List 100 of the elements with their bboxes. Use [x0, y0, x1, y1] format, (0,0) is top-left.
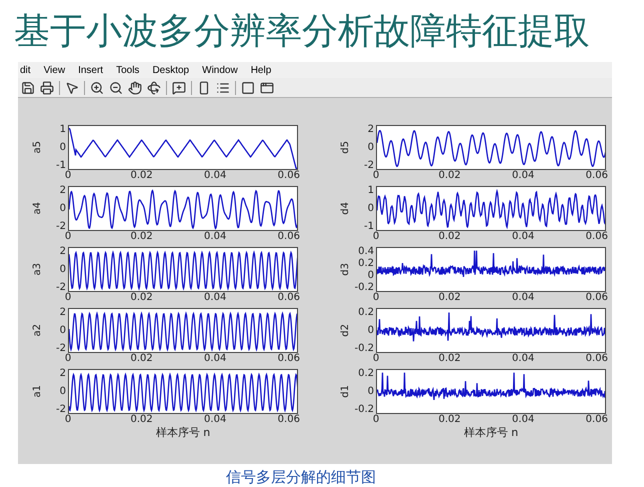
tick-label: 0.06 [586, 292, 608, 304]
tick-label: 0.4 [358, 246, 374, 256]
tick-label: 1 [368, 186, 374, 196]
axis-label: a1 [32, 385, 44, 398]
tick-label: 0.06 [278, 353, 300, 365]
menu-item[interactable]: View [44, 62, 66, 78]
menu-item[interactable]: Tools [116, 62, 140, 78]
tick-label: 0.02 [130, 170, 153, 182]
tick-label: 0.02 [438, 170, 461, 182]
axis-label: d1 [340, 385, 352, 398]
tick-label: 0.2 [358, 308, 374, 318]
tick-label: 0 [60, 264, 66, 274]
tick-label: 0.2 [358, 368, 374, 378]
tick-label: 0 [372, 353, 380, 365]
tick-label: -1 [56, 160, 66, 170]
tick-label: 0 [60, 142, 66, 152]
tick-label: 0.04 [204, 414, 226, 426]
tick-label: 0.06 [586, 353, 608, 365]
tick-label: 0 [372, 292, 380, 304]
tick-label: 2 [60, 368, 66, 378]
print-icon[interactable] [40, 80, 54, 94]
tick-label: -0.2 [354, 404, 374, 414]
tick-label: 0.04 [204, 170, 226, 182]
tick-label: -2 [56, 282, 66, 292]
window-icon[interactable] [260, 80, 274, 94]
axis-title: 样本序号 n [462, 427, 520, 439]
tick-label: 0.02 [130, 231, 153, 243]
tick-label: -0.2 [354, 282, 374, 292]
tick-label: 0 [368, 326, 374, 336]
rotate-icon[interactable] [147, 80, 161, 94]
axis-label: d4 [340, 202, 352, 215]
axis-label: d2 [340, 324, 352, 337]
tick-label: 0 [368, 142, 374, 152]
tick-label: 0.04 [204, 292, 226, 304]
tick-label: 0.04 [512, 353, 534, 365]
menu-item[interactable]: dit [20, 62, 31, 78]
zoom-in-icon[interactable] [90, 80, 104, 94]
tick-label: -1 [364, 222, 374, 232]
axis-label: a3 [32, 263, 44, 276]
tick-label: 0 [64, 170, 72, 182]
tick-label: 0.2 [358, 258, 374, 268]
tick-label: 0.06 [586, 414, 608, 426]
tick-label: 0.02 [438, 414, 461, 426]
tick-label: 0.04 [512, 231, 534, 243]
tick-label: 2 [60, 186, 66, 196]
tick-label: 0 [372, 231, 380, 243]
pointer-icon[interactable] [65, 80, 79, 94]
menu-item[interactable]: Help [250, 62, 272, 78]
tick-label: 0.04 [512, 292, 534, 304]
tick-label: 0.02 [130, 292, 153, 304]
tick-label: 0 [368, 386, 374, 396]
tick-label: 0 [60, 204, 66, 214]
tick-label: 0.04 [204, 231, 226, 243]
figure-caption: 信号多层分解的细节图 [226, 468, 376, 486]
legend-icon[interactable] [216, 80, 230, 94]
tick-label: 0 [60, 326, 66, 336]
tick-label: -2 [56, 404, 66, 414]
save-icon[interactable] [21, 80, 35, 94]
tick-label: 0 [60, 386, 66, 396]
tick-label: 1 [60, 124, 66, 134]
tick-label: 0.06 [586, 231, 608, 243]
axis-label: a4 [32, 202, 44, 215]
axis-label: d3 [340, 263, 352, 276]
tick-label: 0.06 [278, 292, 300, 304]
tick-label: -2 [56, 222, 66, 232]
menu-item[interactable]: Insert [78, 62, 104, 78]
axis-label: a2 [32, 324, 44, 337]
menu-item[interactable]: Window [202, 62, 238, 78]
tick-label: 0.02 [438, 292, 461, 304]
tick-label: 2 [60, 308, 66, 318]
tick-label: 0 [64, 353, 72, 365]
tick-label: 0.02 [130, 414, 153, 426]
data-cursor-icon[interactable] [172, 80, 186, 94]
tick-label: 0 [64, 231, 72, 243]
axis-label: d5 [340, 141, 352, 154]
tick-label: 0 [368, 204, 374, 214]
tick-label: 0.04 [512, 170, 534, 182]
tick-label: 0.02 [130, 353, 153, 365]
square-icon[interactable] [241, 80, 255, 94]
tick-label: -2 [364, 160, 374, 170]
tick-label: 0.04 [512, 414, 534, 426]
tick-label: 2 [368, 124, 374, 134]
tick-label: 2 [60, 246, 66, 256]
zoom-out-icon[interactable] [109, 80, 123, 94]
tick-label: -2 [56, 344, 66, 354]
hand-icon[interactable] [128, 80, 142, 94]
tick-label: 0.06 [278, 231, 300, 243]
tick-label: 0 [64, 292, 72, 304]
tick-label: 0.02 [438, 231, 461, 243]
tick-label: 0.04 [204, 353, 226, 365]
tick-label: 0 [372, 414, 380, 426]
tick-label: 0.06 [278, 170, 300, 182]
axis-label: a5 [32, 141, 44, 154]
tick-label: -0.2 [354, 344, 374, 354]
menu-item[interactable]: Desktop [152, 62, 190, 78]
slide-title: 基于小波多分辨率分析故障特征提取 [14, 10, 590, 54]
axis-title: 样本序号 n [154, 427, 212, 439]
colorbar-icon[interactable] [197, 80, 211, 94]
tick-label: 0.06 [586, 170, 608, 182]
tick-label: 0 [64, 414, 72, 426]
